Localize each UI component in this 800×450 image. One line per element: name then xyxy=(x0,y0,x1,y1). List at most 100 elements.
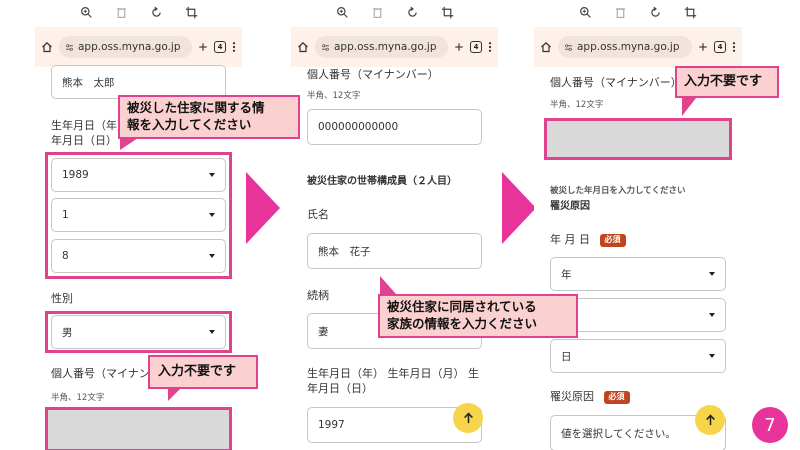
relation-label: 続柄 xyxy=(307,289,329,302)
gender-value: 男 xyxy=(62,326,73,339)
mynumber-label: 個人番号（マイナンバー） xyxy=(307,68,439,81)
cause-label-text: 罹災原因 xyxy=(550,390,594,403)
rotate-icon[interactable] xyxy=(406,6,419,19)
birth-month-value: 1 xyxy=(62,209,69,221)
crop-icon[interactable] xyxy=(185,6,198,19)
trash-icon[interactable] xyxy=(371,6,384,19)
birth-year-select[interactable]: 1989 xyxy=(51,158,226,192)
callout-tail xyxy=(682,98,696,116)
menu-icon[interactable] xyxy=(732,41,736,53)
mynumber-label: 個人番号（マイナン xyxy=(51,367,150,380)
url-text: app.oss.myna.go.jp xyxy=(334,41,437,53)
arrow-up-icon xyxy=(463,412,473,424)
gender-select[interactable]: 男 xyxy=(51,315,226,349)
mynumber-hint: 半角、12文字 xyxy=(51,393,105,403)
zoom-icon[interactable] xyxy=(336,6,349,19)
callout-not-required-1: 入力不要です xyxy=(148,355,258,389)
trash-icon[interactable] xyxy=(115,6,128,19)
url-field[interactable]: app.oss.myna.go.jp xyxy=(315,36,448,58)
browser-url-bar: app.oss.myna.go.jp 4 xyxy=(534,27,742,67)
callout-tail xyxy=(380,276,396,294)
form-content: 個人番号（マイナンバー） 半角、12文字 被災した年月日を入力してください 罹災… xyxy=(534,67,742,450)
top-toolbar xyxy=(534,0,742,24)
birth-year-value: 1989 xyxy=(62,169,89,181)
callout-line1: 被災住家に同居されている xyxy=(387,299,537,314)
zoom-icon[interactable] xyxy=(579,6,592,19)
scroll-top-button[interactable] xyxy=(453,403,483,433)
arrow-up-icon xyxy=(705,414,715,426)
callout-line2: 報を入力してください xyxy=(127,116,252,132)
zoom-icon[interactable] xyxy=(80,6,93,19)
caret-down-icon xyxy=(209,173,215,177)
rotate-icon[interactable] xyxy=(649,6,662,19)
site-settings-icon[interactable] xyxy=(321,43,330,52)
caret-down-icon xyxy=(709,354,715,358)
cause-label: 罹災原因 必須 xyxy=(550,390,630,405)
top-toolbar xyxy=(291,0,498,24)
section-title: 被災住家の世帯構成員（２人目） xyxy=(307,176,457,187)
caret-down-icon xyxy=(209,254,215,258)
new-tab-icon[interactable] xyxy=(454,42,464,52)
name-label: 氏名 xyxy=(307,208,329,221)
next-arrow-1 xyxy=(246,172,280,244)
disaster-year-select[interactable]: 年 xyxy=(550,257,726,291)
browser-url-bar: app.oss.myna.go.jp 4 xyxy=(35,27,242,67)
site-settings-icon[interactable] xyxy=(65,43,74,52)
tab-count[interactable]: 4 xyxy=(470,41,482,53)
disaster-day-value: 日 xyxy=(561,350,572,363)
caret-down-icon xyxy=(709,272,715,276)
disaster-day-select[interactable]: 日 xyxy=(550,339,726,373)
next-arrow-2 xyxy=(502,172,536,244)
birth-month-select[interactable]: 1 xyxy=(51,198,226,232)
home-icon[interactable] xyxy=(540,41,552,53)
crop-icon[interactable] xyxy=(441,6,454,19)
birth-label: 生年月日（年） 生年月日（月） 生 年月日（日） xyxy=(307,367,487,397)
home-icon[interactable] xyxy=(41,41,53,53)
menu-icon[interactable] xyxy=(488,41,492,53)
new-tab-icon[interactable] xyxy=(698,42,708,52)
callout-not-required-3: 入力不要です xyxy=(675,66,779,98)
caret-down-icon xyxy=(709,313,715,317)
url-text: app.oss.myna.go.jp xyxy=(78,41,181,53)
new-tab-icon[interactable] xyxy=(198,42,208,52)
mynumber-input[interactable]: 000000000000 xyxy=(307,109,482,145)
tab-count[interactable]: 4 xyxy=(214,41,226,53)
callout-family-info: 被災住家に同居されている 家族の情報を入力ください xyxy=(378,294,578,338)
disaster-year-value: 年 xyxy=(561,268,572,281)
rotate-icon[interactable] xyxy=(150,6,163,19)
menu-icon[interactable] xyxy=(232,41,236,53)
birth-label-line2: 年月日（日） xyxy=(51,133,117,147)
crop-icon[interactable] xyxy=(684,6,697,19)
date-label: 年 月 日 必須 xyxy=(550,233,626,248)
birth-label: 生年月日（年） 年月日（日） xyxy=(51,119,128,149)
tab-count[interactable]: 4 xyxy=(714,41,726,53)
form-content: 個人番号（マイナンバー） 半角、12文字 000000000000 被災住家の世… xyxy=(291,67,498,450)
name-input[interactable]: 熊本 花子 xyxy=(307,233,482,269)
callout-tail xyxy=(168,387,182,401)
caret-down-icon xyxy=(209,330,215,334)
birth-day-value: 8 xyxy=(62,250,69,262)
birth-day-select[interactable]: 8 xyxy=(51,239,226,273)
name-input[interactable]: 熊本 太郎 xyxy=(51,65,226,99)
callout-tail xyxy=(120,138,138,150)
cause-heading: 罹災原因 xyxy=(550,201,590,212)
home-icon[interactable] xyxy=(297,41,309,53)
url-text: app.oss.myna.go.jp xyxy=(577,41,680,53)
date-prompt: 被災した年月日を入力してください xyxy=(550,186,686,196)
url-field[interactable]: app.oss.myna.go.jp xyxy=(558,36,692,58)
mynumber-hint: 半角、12文字 xyxy=(550,100,604,110)
required-badge: 必須 xyxy=(603,391,630,404)
trash-icon[interactable] xyxy=(614,6,627,19)
browser-url-bar: app.oss.myna.go.jp 4 xyxy=(291,27,498,67)
callout-line1: 被災した住家に関する情 xyxy=(127,100,265,115)
scroll-top-button[interactable] xyxy=(695,405,725,435)
mynumber-disabled-field xyxy=(544,118,732,160)
page-number-badge: 7 xyxy=(752,407,788,443)
url-field[interactable]: app.oss.myna.go.jp xyxy=(59,36,192,58)
date-label-text: 年 月 日 xyxy=(550,233,590,246)
gender-label: 性別 xyxy=(51,292,73,305)
site-settings-icon[interactable] xyxy=(564,43,573,52)
callout-enter-house-info: 被災した住家に関する情 報を入力してください xyxy=(118,95,300,139)
birth-label-line2: 年月日（日） xyxy=(307,381,373,395)
mynumber-disabled-field xyxy=(45,407,232,450)
